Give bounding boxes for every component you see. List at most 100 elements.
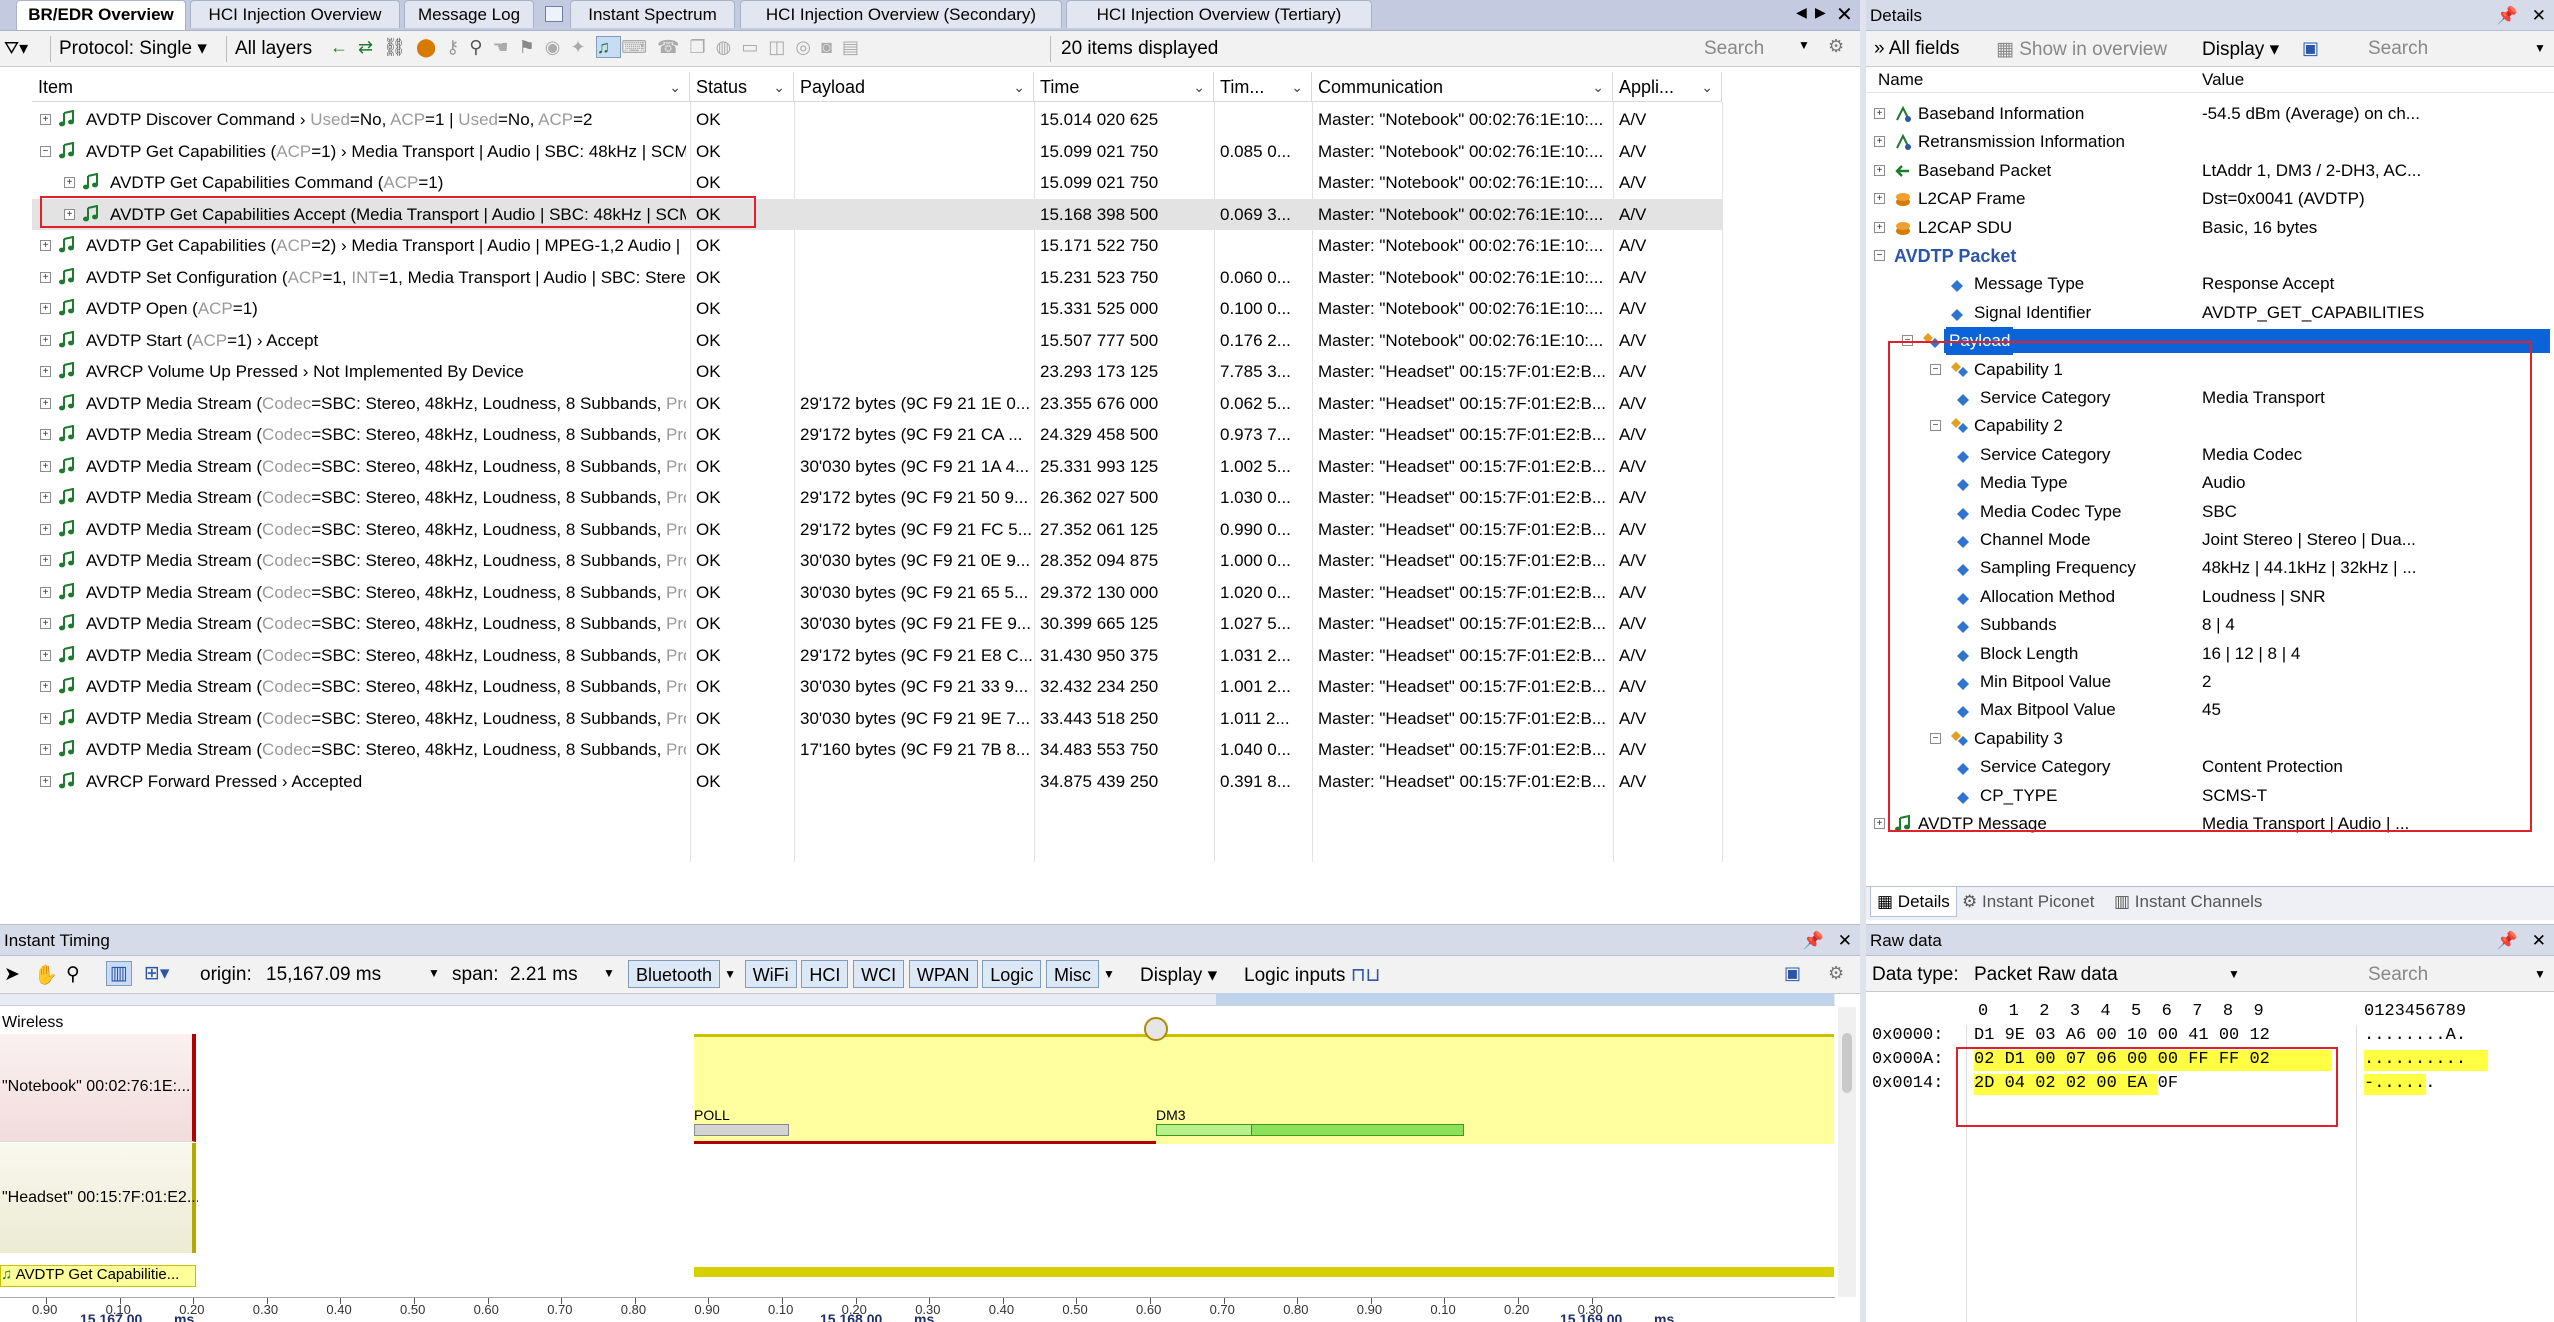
col-value[interactable]: Value <box>2202 70 2244 90</box>
copy-icon[interactable]: ❐ <box>689 37 715 57</box>
tab-message-log[interactable]: Message Log <box>404 0 534 28</box>
filter-wci[interactable]: WCI <box>853 960 905 988</box>
table-row[interactable]: + AVDTP Media Stream (Codec=SBC: Stereo, … <box>32 451 1722 482</box>
table-row[interactable]: + AVDTP Open (ACP=1) OK 15.331 525 000 0.100… <box>32 293 1722 324</box>
tab-instant-piconet[interactable]: ⚙ Instant Piconet <box>1962 887 2094 917</box>
expand-icon[interactable]: + <box>40 397 51 409</box>
expand-icon[interactable]: + <box>40 429 51 440</box>
details-row[interactable]: + Baseband Information -54.5 dBm (Average)… <box>1866 100 2554 128</box>
export-icon[interactable]: ▣ <box>1784 963 1801 984</box>
poll-packet[interactable] <box>694 1124 789 1136</box>
close-icon[interactable]: ✕ <box>2532 0 2546 31</box>
tab-instant-channels[interactable]: ▥ Instant Channels <box>2114 887 2262 917</box>
filter-bluetooth[interactable]: Bluetooth <box>628 960 721 988</box>
filter-wifi[interactable]: WiFi <box>744 960 797 988</box>
expand-icon[interactable]: + <box>1874 136 1885 148</box>
expand-icon[interactable]: + <box>40 114 51 125</box>
col-communication[interactable]: Communication ⌄ <box>1312 72 1613 102</box>
col-time[interactable]: Time ⌄ <box>1034 72 1214 102</box>
col-name[interactable]: Name <box>1878 70 1923 90</box>
expand-icon[interactable]: + <box>40 712 51 724</box>
net-icon[interactable]: ◫ <box>768 37 795 57</box>
tab-instant-spectrum[interactable]: Instant Spectrum <box>570 0 735 28</box>
table-row[interactable]: + AVDTP Media Stream (Codec=SBC: Stereo, … <box>32 640 1722 671</box>
show-in-overview-button[interactable]: ▦ Show in overview <box>1996 38 2167 61</box>
expand-icon[interactable]: + <box>40 586 51 598</box>
table-row[interactable]: + AVDTP Get Capabilities (ACP=2) › Media … <box>32 230 1722 261</box>
expand-icon[interactable]: + <box>40 744 51 755</box>
origin-dropdown-icon[interactable]: ▼ <box>428 966 440 980</box>
cam-icon[interactable]: ◙ <box>821 37 842 57</box>
expand-icon[interactable]: + <box>40 681 51 692</box>
col-status[interactable]: Status ⌄ <box>690 72 794 102</box>
stop-icon[interactable]: ◍ <box>716 37 742 57</box>
close-icon[interactable]: ✕ <box>1838 925 1852 956</box>
pin-icon[interactable]: 📌 <box>2497 0 2518 31</box>
expand-icon[interactable]: + <box>1874 108 1885 119</box>
span-dropdown-icon[interactable]: ▼ <box>603 966 615 980</box>
search-dropdown-icon[interactable]: ▼ <box>2534 967 2546 981</box>
tab-br-edr-overview[interactable]: BR/EDR Overview <box>16 0 186 30</box>
close-icon[interactable]: ✕ <box>1836 2 1853 27</box>
tab-scroll-left-icon[interactable]: ◀ <box>1796 4 1807 21</box>
table-row[interactable]: + AVDTP Media Stream (Codec=SBC: Stereo, … <box>32 703 1722 734</box>
details-row[interactable]: + Retransmission Information <box>1866 128 2554 156</box>
table-row[interactable]: + AVDTP Media Stream (Codec=SBC: Stereo, … <box>32 482 1722 513</box>
details-row[interactable]: Message Type Response Accept <box>1866 270 2554 298</box>
expand-icon[interactable]: + <box>1874 193 1885 205</box>
col-time-delta[interactable]: Tim... ⌄ <box>1214 72 1312 102</box>
tab-hci-injection-secondary[interactable]: HCI Injection Overview (Secondary) <box>740 0 1062 28</box>
printer-icon[interactable]: ▤ <box>842 37 869 57</box>
table-row[interactable]: + AVDTP Media Stream (Codec=SBC: Stereo, … <box>32 545 1722 576</box>
filter-wpan[interactable]: WPAN <box>908 960 978 988</box>
details-search-input[interactable]: Search <box>2368 38 2428 60</box>
hand-icon[interactable]: ✋ <box>34 963 58 987</box>
expand-icon[interactable]: + <box>40 618 51 629</box>
search-dropdown-icon[interactable]: ▼ <box>2534 41 2546 55</box>
details-row[interactable]: Signal Identifier AVDTP_GET_CAPABILITIES <box>1866 299 2554 327</box>
options-icon[interactable]: ⚙ <box>1828 963 1844 984</box>
details-row[interactable]: + Baseband Packet LtAddr 1, DM3 / 2-DH3, A… <box>1866 157 2554 185</box>
table-row[interactable]: + AVDTP Get Capabilities Command (ACP=1) O… <box>32 167 1722 198</box>
table-row[interactable]: + AVDTP Media Stream (Codec=SBC: Stereo, … <box>32 514 1722 545</box>
pin-icon[interactable]: 📌 <box>1803 925 1824 956</box>
swap-icon[interactable]: ⇄ <box>358 37 383 57</box>
sdp-icon[interactable]: ⬤ <box>416 37 446 57</box>
collapse-icon[interactable]: − <box>40 145 51 157</box>
tab-hci-injection-tertiary[interactable]: HCI Injection Overview (Tertiary) <box>1066 0 1372 28</box>
star-icon[interactable]: ✦ <box>570 37 595 57</box>
tab-details[interactable]: ▦ Details <box>1870 887 1957 917</box>
protocol-dropdown[interactable]: Protocol: Single ▾ <box>50 36 215 62</box>
col-payload[interactable]: Payload ⌄ <box>794 72 1034 102</box>
details-row[interactable]: − AVDTP Packet <box>1866 242 2554 270</box>
filter-logic[interactable]: Logic <box>982 960 1042 988</box>
search-dropdown-icon[interactable]: ▼ <box>1798 38 1810 52</box>
table-row[interactable]: + AVDTP Media Stream (Codec=SBC: Stereo, … <box>32 671 1722 702</box>
back-arrow-icon[interactable]: ← <box>330 37 358 57</box>
span-input[interactable]: 2.21 ms <box>510 964 578 986</box>
filter-misc[interactable]: Misc <box>1046 960 1100 988</box>
audio-icon[interactable]: ♫ <box>595 36 622 58</box>
filter-hci[interactable]: HCI <box>801 960 849 988</box>
expand-icon[interactable]: + <box>40 555 51 566</box>
pointer-icon[interactable]: ➤ <box>4 963 20 986</box>
table-row[interactable]: + AVDTP Set Configuration (ACP=1, INT=1, … <box>32 262 1722 293</box>
expand-icon[interactable]: + <box>1874 164 1885 176</box>
layout-icon[interactable]: ▥ <box>106 961 132 986</box>
tab-hci-injection-overview[interactable]: HCI Injection Overview <box>190 0 400 28</box>
pin-icon[interactable]: 📌 <box>2497 925 2518 956</box>
globe-icon[interactable]: ◎ <box>795 37 821 57</box>
display-dropdown[interactable]: Display ▾ <box>2202 38 2279 61</box>
expand-icon[interactable]: + <box>64 177 75 188</box>
search-icon[interactable]: ⚲ <box>469 37 492 57</box>
key-icon[interactable]: ⚷ <box>446 37 469 57</box>
phone-icon[interactable]: ☎ <box>657 37 689 57</box>
hex-ascii[interactable]: ........A. <box>2364 1026 2466 1045</box>
expand-icon[interactable]: + <box>40 334 51 346</box>
table-row[interactable]: + AVDTP Media Stream (Codec=SBC: Stereo, … <box>32 608 1722 639</box>
expand-icon[interactable]: + <box>40 460 51 472</box>
table-row[interactable]: + AVDTP Discover Command › Used=No, ACP=1… <box>32 104 1722 135</box>
device-notebook-label[interactable]: "Notebook" 00:02:76:1E:... <box>2 1078 190 1096</box>
expand-icon[interactable]: + <box>40 492 51 503</box>
data-type-dropdown[interactable]: Packet Raw data <box>1974 964 2244 986</box>
